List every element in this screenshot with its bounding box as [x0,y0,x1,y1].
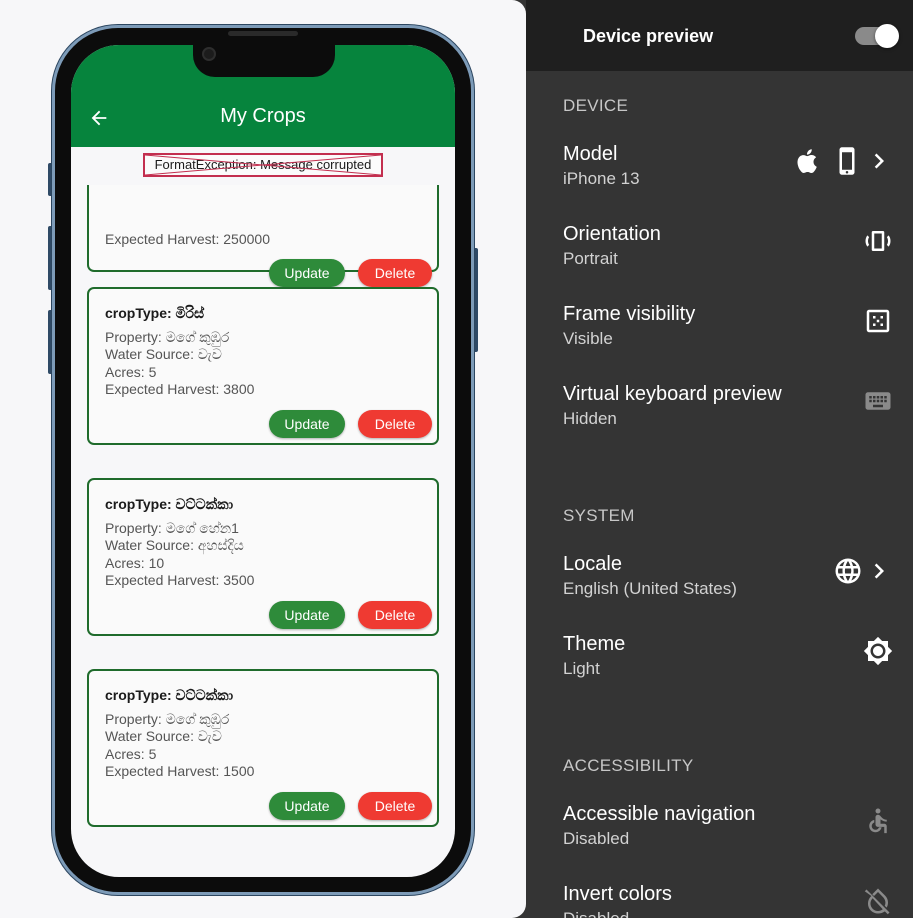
panel-header: Device preview [526,0,913,71]
crop-details: Property: මගේ කුඹුර Water Source: වැව Ac… [105,329,254,398]
crop-type: cropType: වට්ටක්කා [105,687,234,703]
screen-rotation-icon [863,226,893,256]
crop-details: Property: මගේ කුඹුර Water Source: වැව Ac… [105,711,254,780]
chevron-right-icon [864,146,894,176]
setting-model[interactable]: Model iPhone 13 [526,143,913,213]
setting-title: Theme [563,633,626,655]
globe-icon [833,556,863,586]
keyboard-icon [863,386,893,416]
setting-orientation[interactable]: Orientation Portrait [526,223,913,293]
page-title: My Crops [220,105,306,127]
setting-title: Virtual keyboard preview [563,383,782,405]
crop-card: cropType: මිරිස් Property: මගේ කුඹුර Wat… [87,287,439,445]
phone-screen: My Crops Expected Harvest: 250000 Update… [71,45,455,877]
delete-button[interactable]: Delete [358,792,432,820]
preview-area: My Crops Expected Harvest: 250000 Update… [0,0,526,918]
setting-theme[interactable]: Theme Light [526,633,913,703]
invert-colors-off-icon [863,886,893,916]
delete-button[interactable]: Delete [358,410,432,438]
update-button[interactable]: Update [269,792,345,820]
delete-button[interactable]: Delete [358,601,432,629]
crop-water-source: Water Source: වැව [105,728,222,745]
crop-harvest: Expected Harvest: 1500 [105,762,255,779]
crop-type: cropType: වට්ටක්කා [105,496,234,512]
frame-icon [863,306,893,336]
crop-type: cropType: මිරිස් [105,305,205,321]
setting-virtual-keyboard[interactable]: Virtual keyboard preview Hidden [526,383,913,453]
settings-panel: Device preview DEVICE Model iPhone 13 Or… [526,0,913,918]
crop-acres: Acres: 10 [105,554,165,571]
crop-harvest: Expected Harvest: 250000 [105,231,270,247]
crop-harvest: Expected Harvest: 3500 [105,571,255,588]
setting-value: Disabled [563,829,630,848]
crop-property: Property: මගේ හේන1 [105,520,239,536]
section-device-label: DEVICE [563,96,629,115]
error-banner: FormatException: Message corrupted [143,153,383,177]
crop-card: cropType: වට්ටක්කා Property: මගේ කුඹුර W… [87,669,439,827]
setting-value: Disabled [563,909,629,918]
setting-title: Frame visibility [563,303,696,325]
setting-title: Locale [563,553,622,575]
update-button[interactable]: Update [269,410,345,438]
crop-water-source: Water Source: අහස්දිය [105,537,244,554]
crop-card-partial: Expected Harvest: 250000 Update Delete [87,185,439,287]
crop-list[interactable]: Expected Harvest: 250000 Update Delete c… [71,185,455,877]
phone-icon [832,146,862,176]
crop-card: cropType: වට්ටක්කා Property: මගේ හේන1 Wa… [87,478,439,636]
apple-icon [793,146,823,176]
device-preview-window: My Crops Expected Harvest: 250000 Update… [0,0,913,918]
phone-speaker [228,31,298,36]
update-button[interactable]: Update [269,259,345,287]
setting-frame-visibility[interactable]: Frame visibility Visible [526,303,913,373]
section-system-label: SYSTEM [563,506,635,525]
camera-icon [202,47,216,61]
crop-property: Property: මගේ කුඹුර [105,329,230,345]
crop-property: Property: මගේ කුඹුර [105,711,230,727]
setting-title: Model [563,143,618,165]
crop-acres: Acres: 5 [105,745,157,762]
update-button[interactable]: Update [269,601,345,629]
chevron-right-icon [864,556,894,586]
setting-value: Light [563,659,600,678]
crop-details: Property: මගේ හේන1 Water Source: අහස්දිය… [105,520,254,589]
setting-value: Visible [563,329,613,348]
crop-acres: Acres: 5 [105,363,157,380]
panel-title: Device preview [583,26,714,46]
crop-harvest: Expected Harvest: 3800 [105,380,255,397]
setting-invert-colors[interactable]: Invert colors Disabled [526,883,913,918]
setting-value: Hidden [563,409,617,428]
section-accessibility-label: ACCESSIBILITY [563,756,694,775]
setting-value: English (United States) [563,579,737,598]
brightness-icon [863,636,893,666]
setting-title: Orientation [563,223,661,245]
setting-locale[interactable]: Locale English (United States) [526,553,913,623]
setting-value: Portrait [563,249,618,268]
setting-accessible-navigation[interactable]: Accessible navigation Disabled [526,803,913,873]
setting-title: Accessible navigation [563,803,756,825]
accessibility-icon [863,806,893,836]
crop-water-source: Water Source: වැව [105,346,222,363]
delete-button[interactable]: Delete [358,259,432,287]
setting-value: iPhone 13 [563,169,640,188]
preview-toggle-knob[interactable] [875,24,899,48]
setting-title: Invert colors [563,883,672,905]
